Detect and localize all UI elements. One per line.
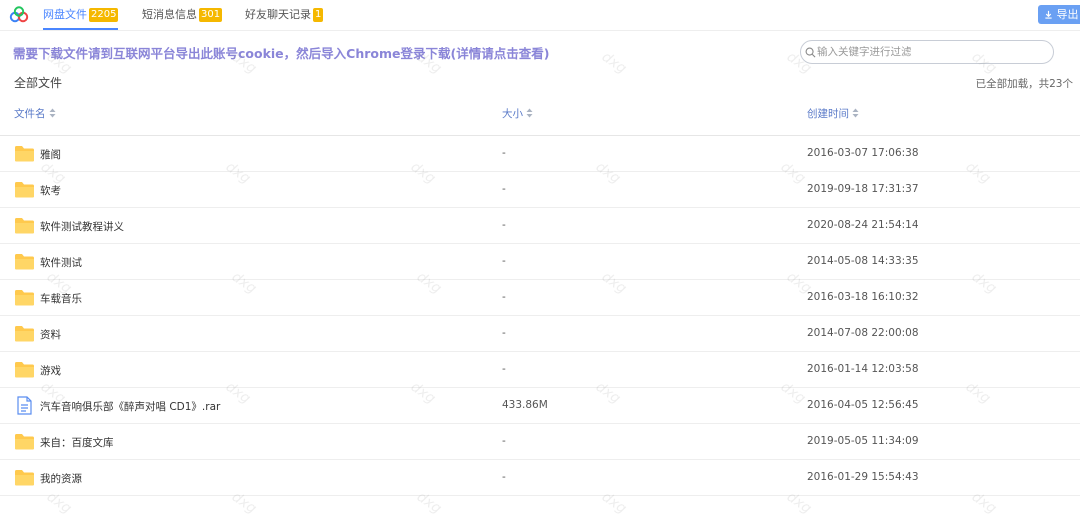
file-row[interactable]: 软件测试 - 2014-05-08 14:33:35 — [0, 244, 1080, 280]
column-header-size[interactable]: 大小 — [502, 106, 533, 121]
file-row[interactable]: 汽车音响俱乐部《醉声对唱 CD1》.rar 433.86M 2016-04-05 1… — [0, 388, 1080, 424]
file-name: 游戏 — [40, 365, 61, 377]
tab-messages[interactable]: 短消息信息 301 — [142, 0, 223, 30]
tab-netdisk-files[interactable]: 网盘文件 2205 — [43, 0, 119, 30]
file-name: 车载音乐 — [40, 293, 82, 305]
count-badge: 2205 — [89, 8, 119, 22]
sort-icon — [852, 108, 859, 118]
file-row[interactable]: 资料 - 2014-07-08 22:00:08 — [0, 316, 1080, 352]
file-name: 我的资源 — [40, 473, 82, 485]
file-size: - — [502, 435, 506, 447]
file-size: - — [502, 327, 506, 339]
folder-icon — [15, 254, 34, 270]
tab-label: 网盘文件 — [43, 8, 87, 21]
file-created: 2019-05-05 11:34:09 — [807, 435, 919, 447]
folder-icon — [15, 182, 34, 198]
folder-icon — [15, 326, 34, 342]
file-created: 2016-04-05 12:56:45 — [807, 399, 919, 411]
load-status: 已全部加载，共23个 — [975, 78, 1073, 90]
file-row[interactable]: 雅阁 - 2016-03-07 17:06:38 — [0, 136, 1080, 172]
folder-icon — [15, 290, 34, 306]
tab-label: 短消息信息 — [142, 8, 197, 21]
file-created: 2016-01-29 15:54:43 — [807, 471, 919, 483]
file-size: - — [502, 147, 506, 159]
sort-icon — [49, 108, 55, 118]
folder-icon — [15, 434, 34, 450]
breadcrumb: 全部文件 — [14, 76, 63, 90]
column-header-name[interactable]: 文件名 — [14, 106, 56, 121]
file-created: 2016-01-14 12:03:58 — [807, 363, 919, 375]
file-row[interactable]: 游戏 - 2016-01-14 12:03:58 — [0, 352, 1080, 388]
top-bar: 网盘文件 2205 短消息信息 301 好友聊天记录 1 导出 — [0, 0, 1080, 31]
file-icon — [17, 396, 32, 415]
file-created: 2016-03-07 17:06:38 — [807, 147, 919, 159]
count-badge: 301 — [199, 8, 223, 22]
file-row[interactable]: 我的资源 - 2016-01-29 15:54:43 — [0, 460, 1080, 496]
file-created: 2016-03-18 16:10:32 — [807, 291, 919, 303]
file-created: 2014-05-08 14:33:35 — [807, 255, 919, 267]
cookie-notice-link[interactable]: 需要下载文件请到互联网平台导出此账号cookie，然后导入Chrome登录下载(… — [13, 43, 549, 62]
export-button[interactable]: 导出 — [1038, 5, 1080, 24]
sort-icon — [526, 108, 533, 118]
file-row[interactable]: 软考 - 2019-09-18 17:31:37 — [0, 172, 1080, 208]
column-label: 创建时间 — [807, 108, 849, 120]
count-badge: 1 — [313, 8, 324, 22]
file-name: 资料 — [40, 329, 61, 341]
file-row[interactable]: 来自：百度文库 - 2019-05-05 11:34:09 — [0, 424, 1080, 460]
folder-icon — [15, 218, 34, 234]
file-row[interactable]: 软件测试教程讲义 - 2020-08-24 21:54:14 — [0, 208, 1080, 244]
file-created: 2020-08-24 21:54:14 — [807, 219, 919, 231]
file-created: 2014-07-08 22:00:08 — [807, 327, 919, 339]
column-header-created[interactable]: 创建时间 — [807, 106, 859, 121]
download-icon — [1045, 10, 1052, 19]
file-name: 软件测试教程讲义 — [40, 221, 124, 233]
file-name: 软件测试 — [40, 257, 82, 269]
file-size: - — [502, 363, 506, 375]
folder-icon — [15, 146, 34, 162]
watermark-text: dxg — [598, 48, 630, 78]
netdisk-logo-icon — [9, 6, 29, 23]
file-name: 雅阁 — [40, 149, 61, 161]
folder-icon — [15, 362, 34, 378]
column-label: 文件名 — [14, 108, 46, 120]
file-list: 雅阁 - 2016-03-07 17:06:38 软考 - 2019-09-18 17:3… — [0, 136, 1080, 496]
file-size: - — [502, 291, 506, 303]
column-label: 大小 — [502, 108, 523, 120]
file-created: 2019-09-18 17:31:37 — [807, 183, 919, 195]
file-size: - — [502, 471, 506, 483]
search-icon — [805, 47, 816, 58]
file-size: - — [502, 183, 506, 195]
folder-icon — [15, 470, 34, 486]
filter-search-box[interactable] — [800, 40, 1054, 64]
file-size: 433.86M — [502, 399, 548, 411]
tab-friend-chat[interactable]: 好友聊天记录 1 — [245, 0, 324, 30]
export-label: 导出 — [1056, 8, 1079, 21]
tab-label: 好友聊天记录 — [245, 8, 311, 21]
file-size: - — [502, 219, 506, 231]
file-name: 来自：百度文库 — [40, 437, 114, 449]
file-name: 软考 — [40, 185, 61, 197]
file-name: 汽车音响俱乐部《醉声对唱 CD1》.rar — [40, 401, 221, 413]
file-size: - — [502, 255, 506, 267]
search-input[interactable] — [817, 44, 1047, 60]
file-row[interactable]: 车载音乐 - 2016-03-18 16:10:32 — [0, 280, 1080, 316]
